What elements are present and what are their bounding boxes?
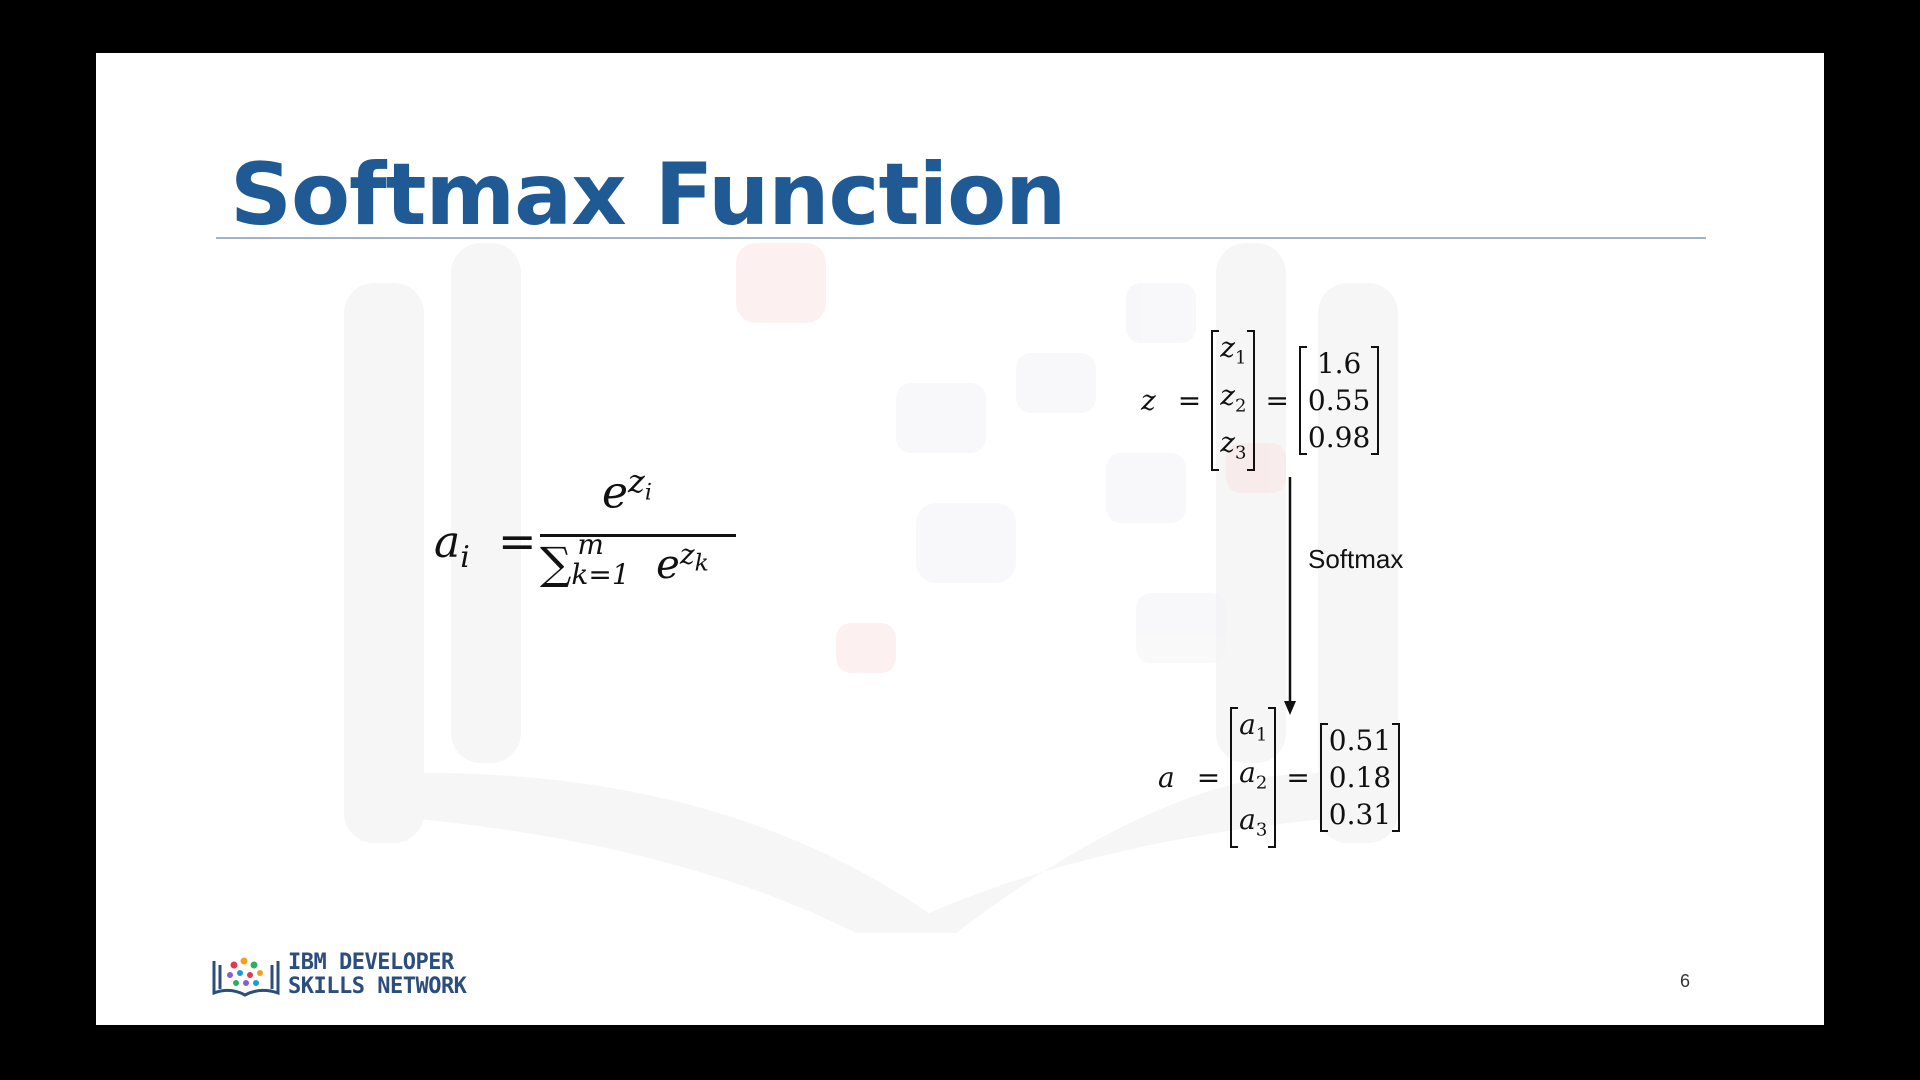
down-arrow-icon bbox=[1284, 477, 1296, 715]
softmax-formula: ai = ezi ∑ m k=1 ezk bbox=[434, 462, 754, 622]
input-value: 0.98 bbox=[1307, 420, 1371, 454]
output-value-matrix: 0.51 0.18 0.31 bbox=[1319, 722, 1401, 833]
formula-equals: = bbox=[498, 514, 537, 568]
output-symbol-matrix: a1 a2 a3 bbox=[1230, 706, 1277, 849]
softmax-arrow-label: Softmax bbox=[1308, 544, 1404, 574]
logo-line-1: IBM DEVELOPER bbox=[288, 950, 454, 975]
input-vector-label: z bbox=[1141, 383, 1156, 417]
formula-lhs: ai bbox=[434, 517, 470, 575]
fraction-bar bbox=[540, 534, 736, 537]
logo-line-2: SKILLS NETWORK bbox=[288, 974, 467, 999]
input-value: 1.6 bbox=[1316, 346, 1362, 380]
output-value: 0.18 bbox=[1328, 760, 1392, 794]
formula-numerator: ezi bbox=[602, 462, 652, 519]
ibm-skills-network-logo: IBM DEVELOPER SKILLS NETWORK bbox=[210, 950, 467, 999]
input-value-matrix: 1.6 0.55 0.98 bbox=[1298, 345, 1380, 456]
title-divider bbox=[216, 237, 1706, 239]
input-value: 0.55 bbox=[1307, 383, 1371, 417]
input-vector-equation: z = z1 z2 z3 = 1.6 0.55 0.98 bbox=[1141, 329, 1380, 472]
formula-denominator: ∑ m k=1 ezk bbox=[540, 528, 709, 591]
slide-title: Softmax Function bbox=[230, 145, 1066, 245]
output-value: 0.31 bbox=[1328, 797, 1392, 831]
slide: Softmax Function ai = ezi ∑ m k=1 ezk z = … bbox=[96, 53, 1824, 1025]
output-vector-label: a bbox=[1158, 760, 1175, 794]
output-value: 0.51 bbox=[1328, 723, 1392, 757]
output-vector-equation: a = a1 a2 a3 = 0.51 0.18 0.31 bbox=[1158, 706, 1401, 849]
page-number: 6 bbox=[1680, 971, 1691, 991]
input-symbol-matrix: z1 z2 z3 bbox=[1211, 329, 1256, 472]
book-network-icon bbox=[212, 957, 280, 997]
